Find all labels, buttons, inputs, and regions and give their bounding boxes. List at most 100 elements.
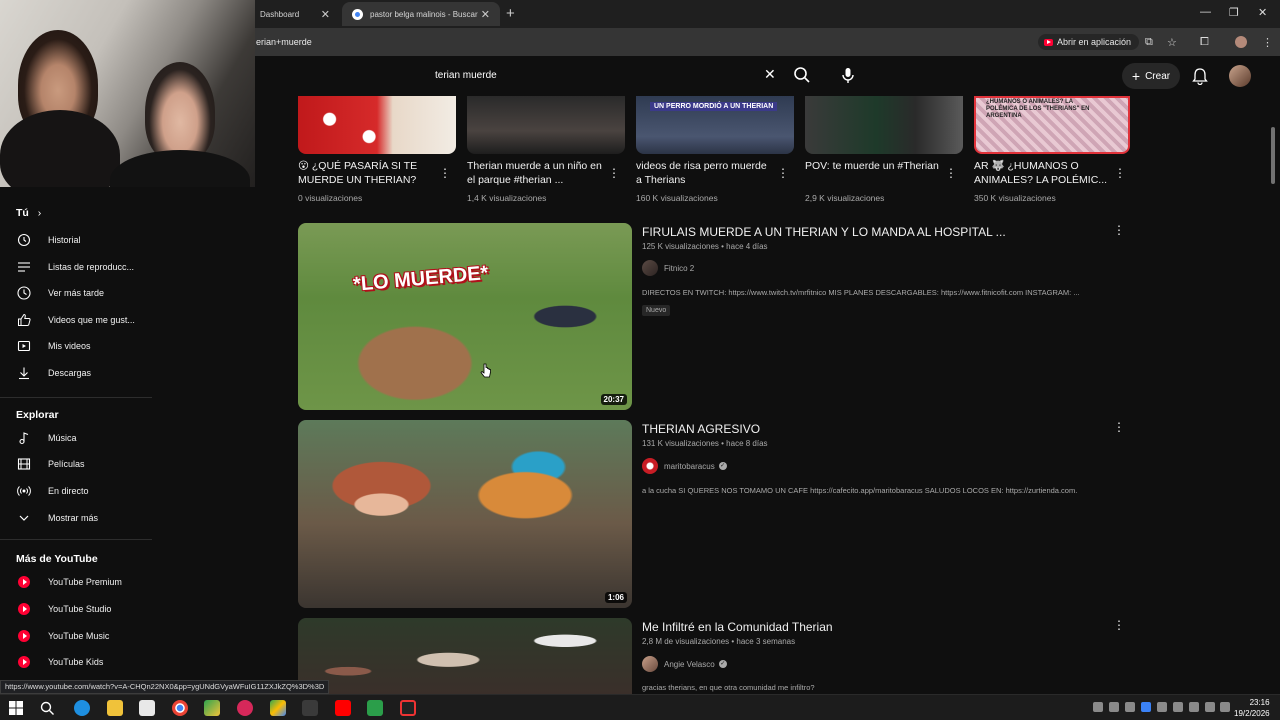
file-explorer-icon[interactable] <box>107 700 123 716</box>
sidebar-item-show-more[interactable]: Mostrar más <box>0 505 155 531</box>
sidebar-item-music[interactable]: Música <box>0 425 155 451</box>
app-icon[interactable] <box>237 700 253 716</box>
bookmark-star-icon[interactable]: ☆ <box>1167 36 1177 49</box>
more-actions-icon[interactable]: ⋮ <box>608 166 620 180</box>
search-icon[interactable] <box>40 701 55 716</box>
sidebar-item-youtube-music[interactable]: YouTube Music <box>0 623 155 649</box>
sidebar-item-watch-later[interactable]: Ver más tarde <box>0 280 155 306</box>
new-tab-icon[interactable]: + <box>506 5 515 22</box>
sidebar-item-history[interactable]: Historial <box>0 227 155 253</box>
mouse-cursor-icon <box>480 363 491 378</box>
channel-link[interactable]: Fitnico 2 <box>642 260 694 276</box>
system-clock[interactable]: 23:16 19/2/2026 <box>1234 697 1270 719</box>
tray-icon[interactable] <box>1173 702 1183 712</box>
volume-icon[interactable] <box>1205 702 1215 712</box>
more-actions-icon[interactable]: ⋮ <box>439 166 451 180</box>
music-icon <box>17 431 31 445</box>
video-title[interactable]: FIRULAIS MUERDE A UN THERIAN Y LO MANDA … <box>642 225 1006 239</box>
close-window-icon[interactable]: ✕ <box>1258 6 1267 19</box>
profile-avatar[interactable] <box>1235 36 1247 48</box>
video-title[interactable]: Me Infiltré en la Comunidad Therian <box>642 620 833 634</box>
close-tab-icon[interactable]: ✕ <box>321 8 330 21</box>
more-actions-icon[interactable]: ⋮ <box>1114 166 1126 180</box>
tray-icon[interactable] <box>1157 702 1167 712</box>
sidebar-item-downloads[interactable]: Descargas <box>0 360 155 386</box>
tray-icon[interactable] <box>1109 702 1119 712</box>
extensions-icon[interactable]: ⧠ <box>1200 36 1209 49</box>
tab-dashboard[interactable]: Dashboard ✕ <box>250 2 340 26</box>
shelf-thumbnail[interactable] <box>298 96 456 154</box>
store-icon[interactable] <box>139 700 155 716</box>
edge-icon[interactable] <box>74 700 90 716</box>
chrome-icon[interactable] <box>172 700 188 716</box>
more-actions-icon[interactable]: ⋮ <box>777 166 789 180</box>
shelf-title[interactable]: Therian muerde a un niño en el parque #t… <box>467 159 603 187</box>
shelf-thumbnail[interactable] <box>805 96 963 154</box>
search-input[interactable]: terian muerde <box>435 70 497 81</box>
app-icon[interactable] <box>204 700 220 716</box>
channel-name[interactable]: Fitnico 2 <box>664 264 694 273</box>
google-drive-icon[interactable] <box>270 700 286 716</box>
more-actions-icon[interactable]: ⋮ <box>1113 420 1125 434</box>
video-title[interactable]: THERIAN AGRESIVO <box>642 422 760 436</box>
obs-icon[interactable] <box>400 700 416 716</box>
sidebar-item-movies[interactable]: Películas <box>0 451 155 477</box>
sidebar-item-youtube-studio[interactable]: YouTube Studio <box>0 596 155 622</box>
channel-link[interactable]: maritobaracus ✓ <box>642 458 727 474</box>
channel-avatar[interactable] <box>642 656 658 672</box>
minimize-icon[interactable]: — <box>1200 6 1211 18</box>
close-tab-icon[interactable]: ✕ <box>481 8 490 21</box>
tray-icon[interactable] <box>1125 702 1135 712</box>
battery-icon[interactable] <box>1220 702 1230 712</box>
video-thumbnail[interactable] <box>298 618 632 694</box>
youtube-icon[interactable] <box>335 700 351 716</box>
channel-name[interactable]: Angie Velasco <box>664 660 715 669</box>
more-actions-icon[interactable]: ⋮ <box>945 166 957 180</box>
sidebar-item-playlists[interactable]: Listas de reproducc... <box>0 254 155 280</box>
live-icon <box>17 484 31 498</box>
more-from-youtube-heading: Más de YouTube <box>16 553 98 565</box>
video-thumbnail[interactable]: 1:06 <box>298 420 632 608</box>
install-icon[interactable]: ⧉ <box>1145 36 1153 49</box>
more-actions-icon[interactable]: ⋮ <box>1113 223 1125 237</box>
shelf-thumbnail[interactable]: UN PERRO MORDIÓ A UN THERIAN <box>636 96 794 154</box>
restore-icon[interactable]: ❐ <box>1229 6 1239 19</box>
shelf-thumbnail[interactable]: ¿HUMANOS O ANIMALES? LA POLÉMICA DE LOS … <box>974 96 1130 154</box>
tray-icon[interactable] <box>1141 702 1151 712</box>
tray-icon[interactable] <box>1093 702 1103 712</box>
shelf-title[interactable]: POV: te muerde un #Therian <box>805 159 941 173</box>
channel-avatar[interactable] <box>642 260 658 276</box>
shelf-title[interactable]: AR 🐺 ¿HUMANOS O ANIMALES? LA POLÉMIC... <box>974 159 1110 187</box>
shelf-thumbnail[interactable] <box>467 96 625 154</box>
channel-avatar[interactable] <box>642 458 658 474</box>
more-actions-icon[interactable]: ⋮ <box>1113 618 1125 632</box>
clear-search-icon[interactable]: ✕ <box>764 66 776 83</box>
tab-search[interactable]: pastor belga malinois - Buscar ✕ <box>342 2 500 26</box>
app-icon[interactable] <box>367 700 383 716</box>
sidebar-item-liked-videos[interactable]: Videos que me gust... <box>0 307 155 333</box>
microphone-icon[interactable] <box>838 65 858 85</box>
channel-name[interactable]: maritobaracus <box>664 462 715 471</box>
search-icon[interactable] <box>792 65 812 85</box>
sidebar-item-my-videos[interactable]: Mis videos <box>0 333 155 359</box>
open-in-app-button[interactable]: Abrir en aplicación <box>1038 34 1140 50</box>
shelf-title[interactable]: videos de risa perro muerde a Therians <box>636 159 772 187</box>
create-button[interactable]: + Crear <box>1122 63 1180 89</box>
channel-link[interactable]: Angie Velasco ✓ <box>642 656 727 672</box>
sidebar-item-youtube-premium[interactable]: YouTube Premium <box>0 569 155 595</box>
shelf-views: 2,9 K visualizaciones <box>805 193 885 203</box>
notifications-bell-icon[interactable] <box>1192 67 1208 85</box>
page-scrollbar[interactable] <box>1271 127 1275 184</box>
sidebar-item-youtube-kids[interactable]: YouTube Kids <box>0 649 155 675</box>
you-heading[interactable]: Tú › <box>16 207 41 219</box>
windows-start-icon[interactable] <box>9 701 23 715</box>
shelf-title[interactable]: 😮 ¿QUÉ PASARÍA SI TE MUERDE UN THERIAN? <box>298 159 434 187</box>
sidebar-item-live[interactable]: En directo <box>0 478 155 504</box>
video-thumbnail[interactable]: *LO MUERDE* 20:37 <box>298 223 632 410</box>
sidebar-divider <box>0 539 152 540</box>
security-icon[interactable] <box>302 700 318 716</box>
network-icon[interactable] <box>1189 702 1199 712</box>
browser-menu-icon[interactable]: ⋮ <box>1262 36 1273 49</box>
url-field[interactable]: erian+muerde <box>256 37 312 47</box>
account-avatar[interactable] <box>1229 65 1251 87</box>
